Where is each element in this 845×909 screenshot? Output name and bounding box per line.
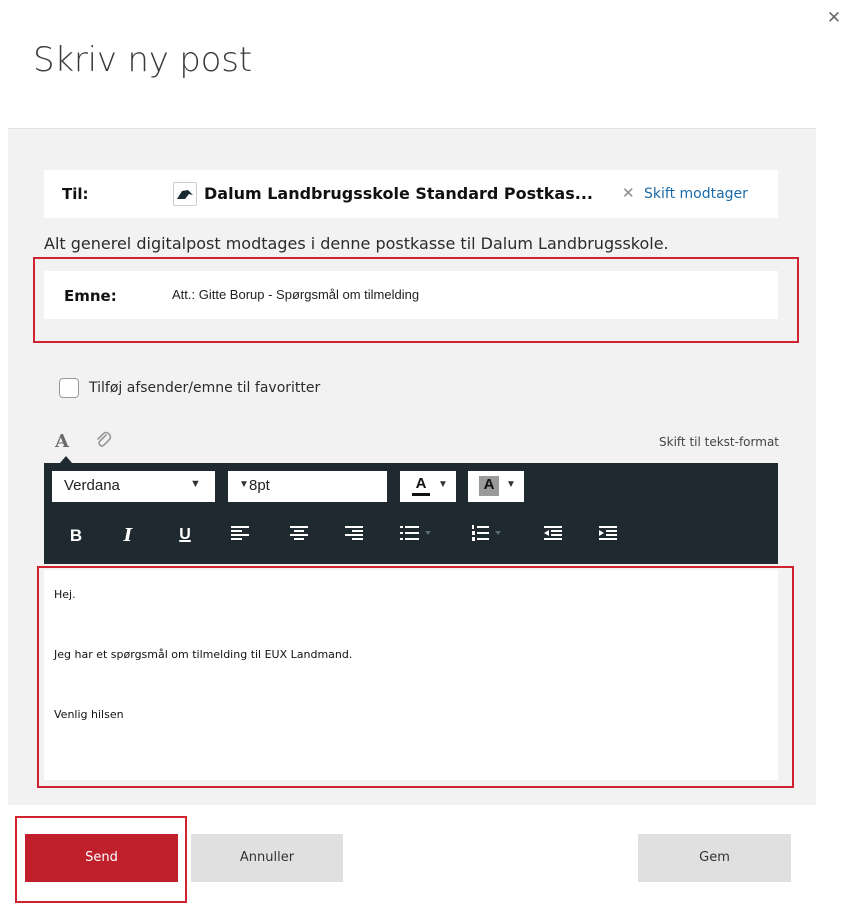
favorites-checkbox[interactable] [59, 378, 79, 398]
body-highlight-frame [37, 566, 794, 788]
recipient-name: Dalum Landbrugsskole Standard Postkas... [204, 184, 593, 203]
background-color-icon: A [483, 476, 495, 493]
close-icon[interactable]: ✕ [826, 10, 842, 27]
recipient-label: Til: [62, 185, 89, 203]
bold-button[interactable]: B [64, 525, 88, 547]
favorites-label[interactable]: Tilføj afsender/emne til favoritter [89, 380, 320, 396]
underline-button[interactable]: U [173, 525, 197, 547]
switch-to-text-format-link[interactable]: Skift til tekst-format [659, 435, 779, 449]
active-tab-caret [60, 456, 72, 463]
recipient-field: Til: Dalum Landbrugsskole Standard Postk… [44, 170, 778, 218]
chevron-down-icon: ▼ [506, 479, 516, 490]
chevron-down-icon: ▼ [190, 478, 201, 490]
font-family-value: Verdana [64, 477, 120, 494]
indent-icon[interactable] [596, 525, 620, 547]
font-color-icon: A [415, 475, 427, 492]
bullet-list-icon[interactable] [400, 525, 436, 547]
organization-logo-icon [173, 182, 197, 206]
paperclip-icon[interactable] [94, 430, 112, 450]
change-recipient-link[interactable]: Skift modtager [644, 186, 748, 202]
font-size-select[interactable]: ▼ 8pt [228, 471, 387, 502]
text-format-icon[interactable]: A [55, 431, 69, 452]
send-highlight-frame [15, 816, 187, 903]
italic-button[interactable]: I [116, 525, 140, 547]
align-center-icon[interactable] [287, 525, 311, 547]
numbered-list-icon[interactable] [472, 525, 508, 547]
dialog-title: Skriv ny post [33, 40, 252, 80]
chevron-down-icon: ▼ [438, 479, 448, 490]
align-right-icon[interactable] [342, 525, 366, 547]
font-color-picker[interactable]: A ▼ [400, 471, 456, 502]
font-color-swatch [412, 493, 430, 496]
subject-highlight-frame [33, 257, 799, 343]
cancel-button[interactable]: Annuller [191, 834, 343, 882]
background-color-picker[interactable]: A ▼ [468, 471, 524, 502]
editor-toolbar: Verdana ▼ ▼ 8pt A ▼ A ▼ B I U [44, 463, 778, 564]
font-family-select[interactable]: Verdana ▼ [52, 471, 215, 502]
save-button[interactable]: Gem [638, 834, 791, 882]
x-icon[interactable]: ✕ [622, 184, 635, 202]
recipient-info-text: Alt generel digitalpost modtages i denne… [44, 234, 669, 253]
font-size-value: 8pt [249, 477, 270, 494]
outdent-icon[interactable] [541, 525, 565, 547]
chevron-down-icon: ▼ [239, 479, 249, 490]
align-left-icon[interactable] [228, 525, 252, 547]
